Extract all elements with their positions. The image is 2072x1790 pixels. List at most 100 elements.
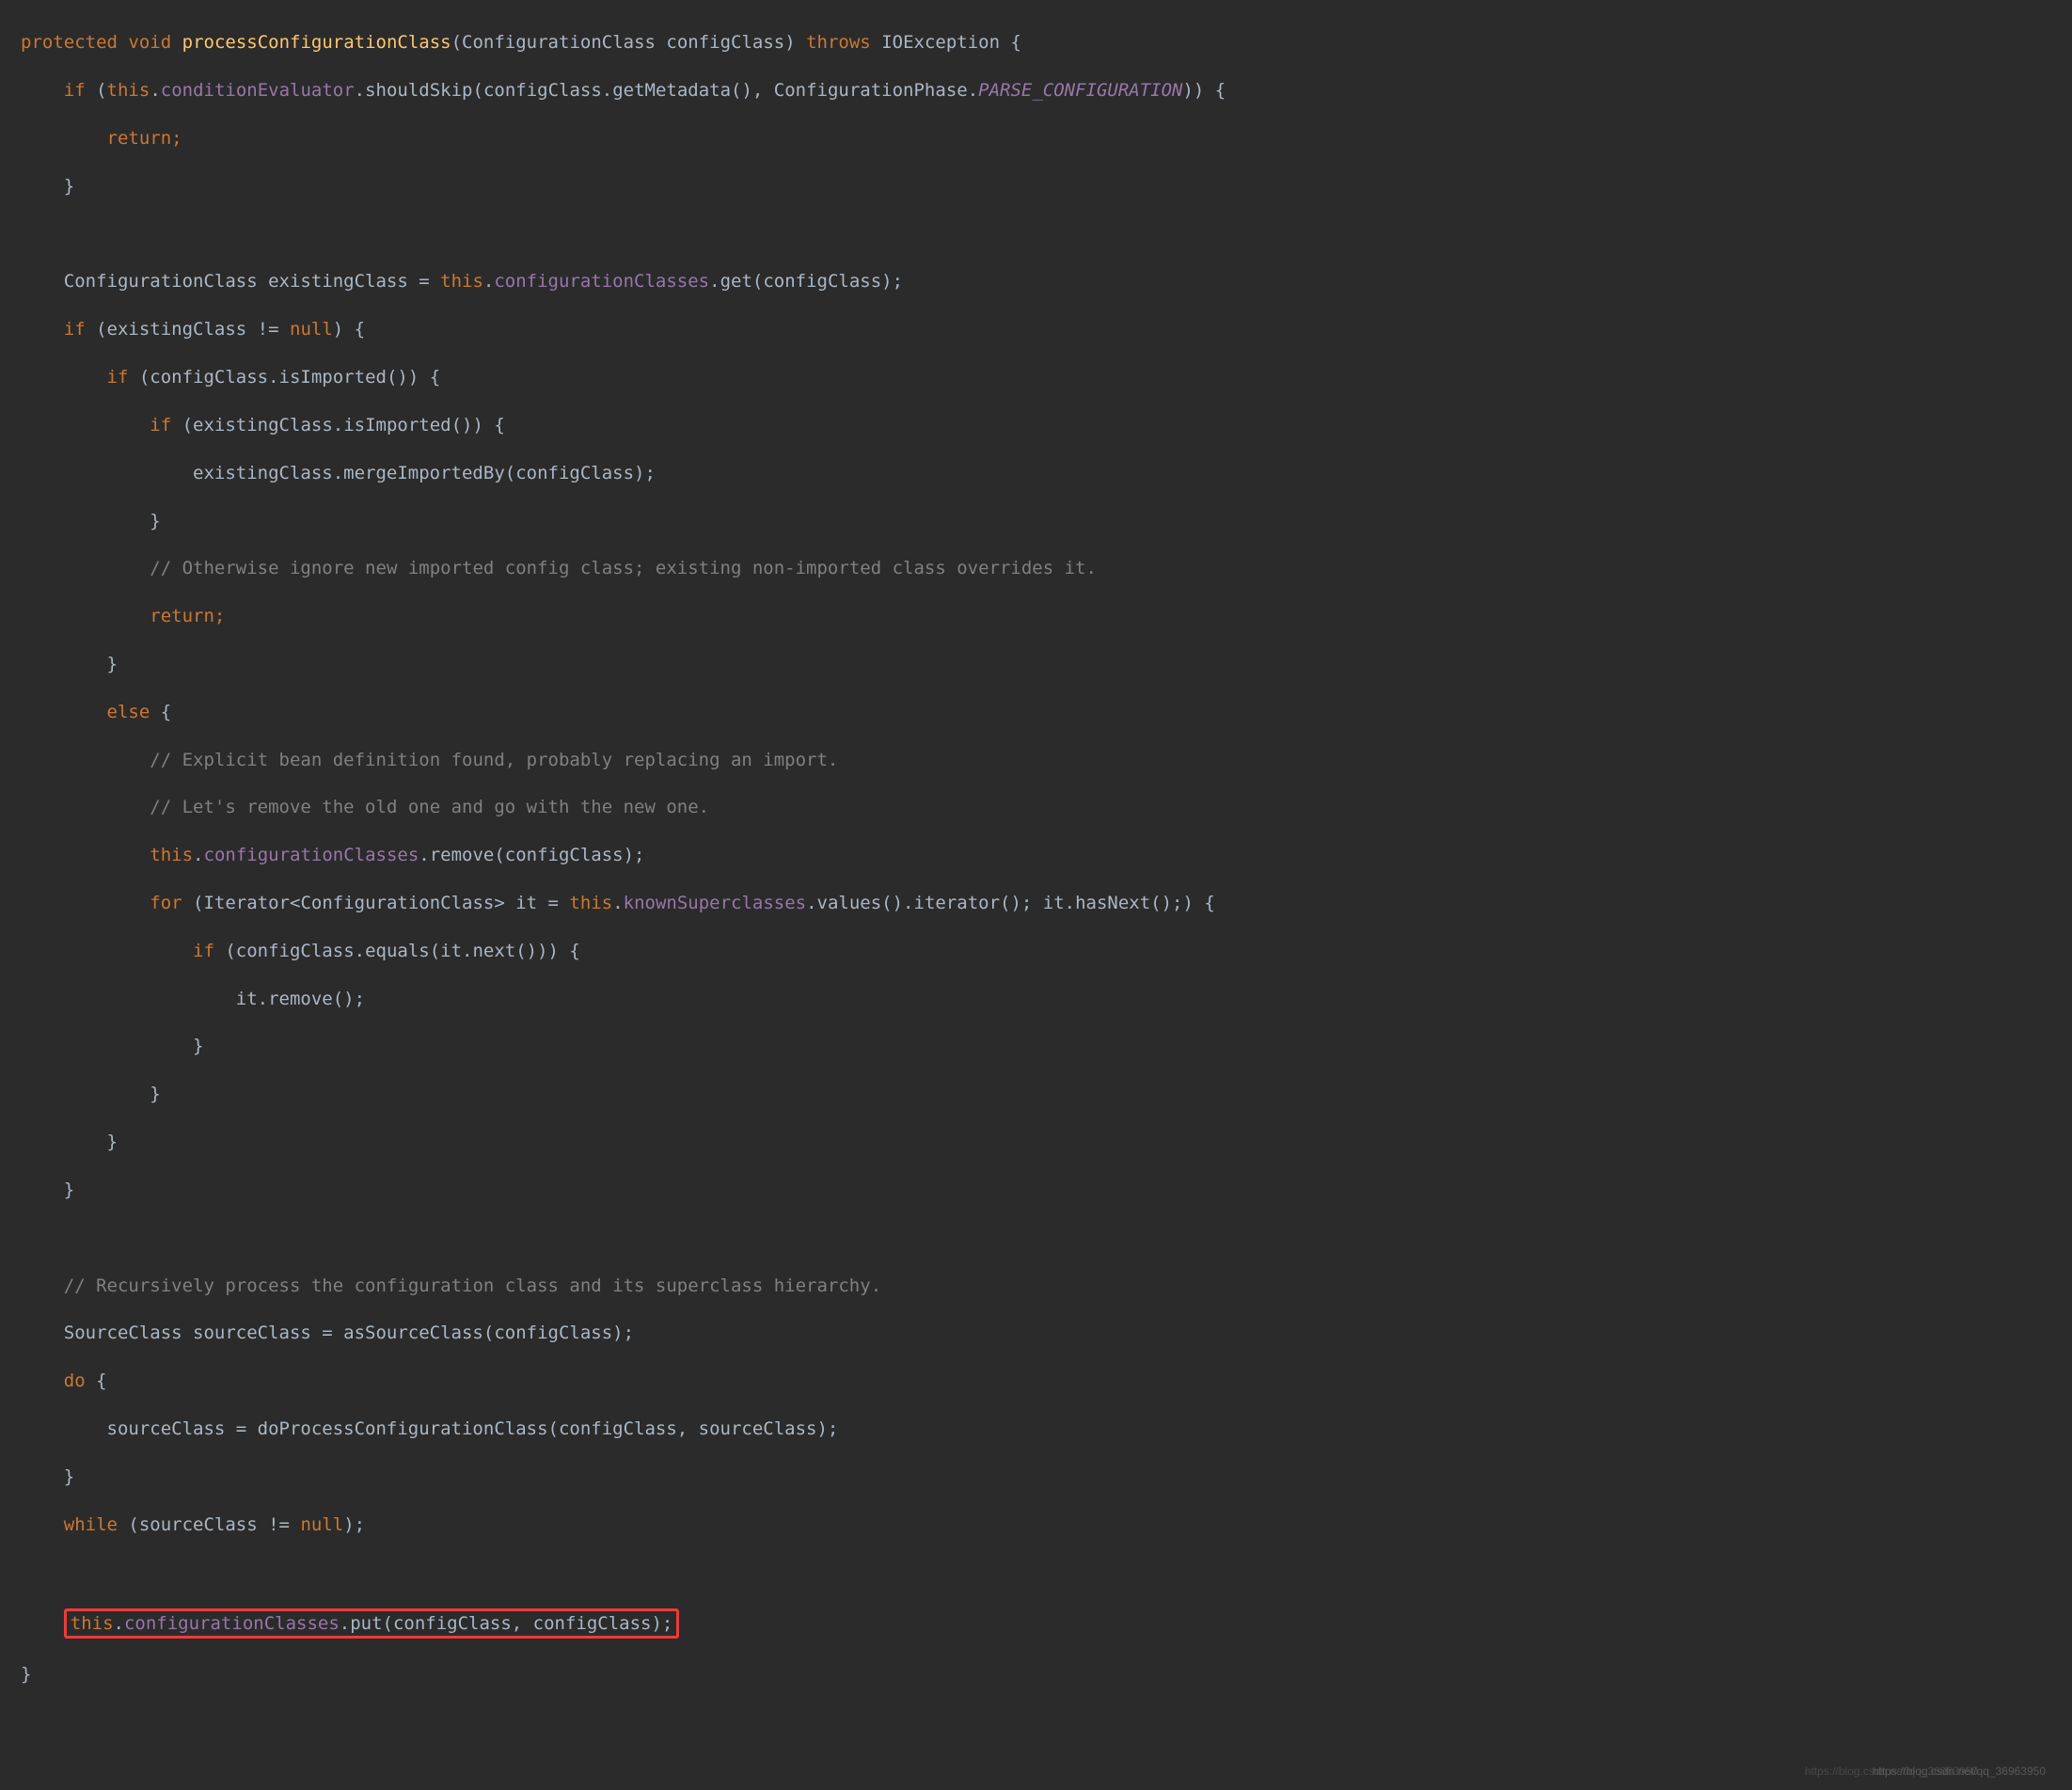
keyword-this: this <box>107 80 150 101</box>
keyword-if: if <box>64 80 86 101</box>
indent <box>21 1275 64 1296</box>
code-text: (sourceClass != <box>118 1514 300 1535</box>
code-text: ConfigurationClass existingClass = <box>21 271 440 292</box>
keyword-null: null <box>290 319 333 340</box>
keyword-return: return <box>150 606 214 626</box>
code-line: if (existingClass != null) { <box>21 318 2072 341</box>
indent <box>21 1370 64 1391</box>
code-text: .put(configClass, configClass); <box>340 1613 673 1634</box>
field-ref: configurationClasses <box>124 1613 340 1634</box>
semicolon: ; <box>214 606 225 626</box>
comment: // Let's remove the old one and go with … <box>150 797 709 817</box>
semicolon: ; <box>171 128 182 149</box>
keyword-else: else <box>107 702 150 722</box>
field-ref: knownSuperclasses <box>624 893 806 913</box>
code-line <box>21 1227 2072 1250</box>
indent <box>21 1514 64 1535</box>
code-line: } <box>21 1131 2072 1154</box>
keyword-for: for <box>150 893 182 913</box>
code-line: existingClass.mergeImportedBy(configClas… <box>21 462 2072 485</box>
code-text: SourceClass sourceClass = asSourceClass(… <box>21 1323 634 1343</box>
code-line: sourceClass = doProcessConfigurationClas… <box>21 1418 2072 1441</box>
field-ref: configurationClasses <box>204 845 419 865</box>
code-line: } <box>21 510 2072 533</box>
code-text: ( <box>86 80 107 101</box>
keyword-this: this <box>150 845 193 865</box>
keyword-protected: protected <box>21 32 118 53</box>
code-line: } <box>21 1035 2072 1058</box>
code-line: return; <box>21 605 2072 628</box>
code-text: } <box>21 1466 74 1487</box>
code-line: if (configClass.isImported()) { <box>21 366 2072 389</box>
indent <box>21 606 150 626</box>
code-text: .values().iterator(); it.hasNext();) { <box>806 893 1215 913</box>
keyword-do: do <box>64 1370 86 1391</box>
code-line: if (existingClass.isImported()) { <box>21 414 2072 437</box>
code-text: } <box>21 1180 74 1200</box>
code-line <box>21 223 2072 246</box>
code-line: if (this.conditionEvaluator.shouldSkip(c… <box>21 79 2072 103</box>
indent <box>21 80 64 101</box>
indent <box>21 797 150 817</box>
watermark-text-overlay: https://blog.csdn.net/qq_36963950 <box>1805 1760 1978 1783</box>
keyword-this: this <box>71 1613 114 1634</box>
code-text: (configClass.equals(it.next())) { <box>214 941 580 961</box>
code-line: this.configurationClasses.put(configClas… <box>21 1608 2072 1639</box>
code-text: } <box>21 1664 31 1685</box>
code-editor[interactable]: protected void processConfigurationClass… <box>0 0 2072 1790</box>
static-constant: PARSE_CONFIGURATION <box>978 80 1182 101</box>
code-text: (Iterator<ConfigurationClass> it = <box>182 893 570 913</box>
highlighted-line: this.configurationClasses.put(configClas… <box>64 1608 680 1639</box>
code-line: for (Iterator<ConfigurationClass> it = t… <box>21 892 2072 915</box>
code-text: ); <box>343 1514 365 1535</box>
comment: // Recursively process the configuration… <box>64 1275 881 1296</box>
code-line <box>21 1560 2072 1584</box>
code-line: } <box>21 1083 2072 1106</box>
code-text: )) { <box>1182 80 1226 101</box>
keyword-this: this <box>440 271 483 292</box>
dot: . <box>483 271 494 292</box>
code-line: // Otherwise ignore new imported config … <box>21 557 2072 580</box>
method-name: processConfigurationClass <box>182 32 451 53</box>
keyword-if: if <box>107 367 129 388</box>
field-ref: conditionEvaluator <box>161 80 355 101</box>
code-text: existingClass.mergeImportedBy(configClas… <box>21 463 656 483</box>
indent <box>21 893 150 913</box>
code-line: } <box>21 1465 2072 1489</box>
code-line: } <box>21 653 2072 676</box>
code-line: SourceClass sourceClass = asSourceClass(… <box>21 1322 2072 1345</box>
indent <box>21 702 107 722</box>
keyword-this: this <box>569 893 612 913</box>
code-text: .get(configClass); <box>709 271 903 292</box>
code-line: return; <box>21 127 2072 150</box>
comment: // Otherwise ignore new imported config … <box>150 558 1097 578</box>
keyword-void: void <box>128 32 171 53</box>
code-text: .remove(configClass); <box>419 845 644 865</box>
code-text: } <box>21 176 74 197</box>
code-line: this.configurationClasses.remove(configC… <box>21 844 2072 867</box>
indent <box>21 415 150 436</box>
keyword-while: while <box>64 1514 118 1535</box>
code-line: it.remove(); <box>21 988 2072 1011</box>
code-text: ) { <box>333 319 365 340</box>
code-line: } <box>21 1663 2072 1687</box>
comment: // Explicit bean definition found, proba… <box>150 750 838 770</box>
code-text: (configClass.isImported()) { <box>128 367 440 388</box>
indent <box>21 941 193 961</box>
dot: . <box>114 1613 124 1634</box>
code-text: it.remove(); <box>21 989 365 1009</box>
code-text: } <box>21 1084 161 1104</box>
field-ref: configurationClasses <box>494 271 709 292</box>
indent <box>21 750 150 770</box>
keyword-if: if <box>193 941 214 961</box>
indent <box>21 367 107 388</box>
code-text: (existingClass.isImported()) { <box>171 415 505 436</box>
indent <box>21 558 150 578</box>
code-line: // Let's remove the old one and go with … <box>21 796 2072 819</box>
dot: . <box>612 893 623 913</box>
code-line: else { <box>21 701 2072 724</box>
dot: . <box>193 845 203 865</box>
indent <box>21 128 107 149</box>
code-text: sourceClass = doProcessConfigurationClas… <box>21 1418 838 1439</box>
code-text: } <box>21 1132 118 1152</box>
